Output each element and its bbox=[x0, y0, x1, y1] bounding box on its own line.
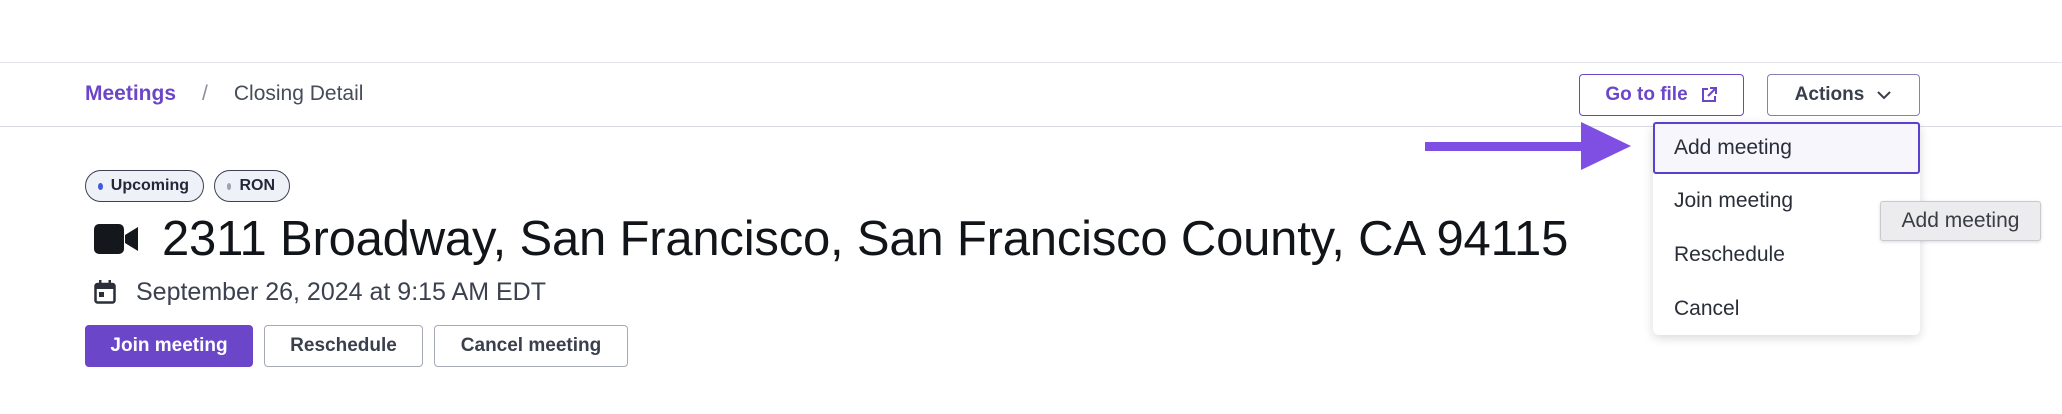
top-bar bbox=[0, 0, 2062, 63]
calendar-icon bbox=[94, 280, 116, 304]
meeting-action-buttons: Join meeting Reschedule Cancel meeting bbox=[85, 325, 628, 367]
chevron-down-icon bbox=[1877, 91, 1892, 100]
status-dot-icon bbox=[227, 182, 232, 190]
page-title: 2311 Broadway, San Francisco, San Franci… bbox=[162, 212, 1569, 266]
pointer-arrow-icon bbox=[1425, 122, 1631, 170]
badge-label: RON bbox=[239, 177, 275, 194]
reschedule-button[interactable]: Reschedule bbox=[264, 325, 423, 367]
menu-item-cancel[interactable]: Cancel bbox=[1653, 283, 1920, 335]
actions-button[interactable]: Actions bbox=[1767, 74, 1920, 116]
status-badge-ron: RON bbox=[214, 170, 290, 202]
breadcrumb-current: Closing Detail bbox=[233, 82, 364, 105]
meeting-title-row: 2311 Broadway, San Francisco, San Franci… bbox=[94, 208, 1568, 270]
join-meeting-button[interactable]: Join meeting bbox=[85, 325, 253, 367]
breadcrumb-meetings-link[interactable]: Meetings bbox=[85, 82, 176, 106]
actions-label: Actions bbox=[1794, 84, 1865, 105]
status-badge-upcoming: Upcoming bbox=[85, 170, 204, 202]
go-to-file-button[interactable]: Go to file bbox=[1579, 74, 1744, 116]
video-camera-icon bbox=[94, 224, 138, 254]
go-to-file-label: Go to file bbox=[1605, 84, 1688, 105]
page-header: Meetings / Closing Detail Go to file Act… bbox=[0, 62, 2062, 127]
cancel-meeting-button[interactable]: Cancel meeting bbox=[434, 325, 628, 367]
badge-label: Upcoming bbox=[110, 177, 189, 194]
status-badges: Upcoming RON bbox=[85, 170, 290, 202]
external-link-icon bbox=[1701, 87, 1717, 102]
menu-item-add-meeting[interactable]: Add meeting bbox=[1653, 122, 1920, 174]
meeting-datetime: September 26, 2024 at 9:15 AM EDT bbox=[136, 277, 546, 306]
meeting-date-row: September 26, 2024 at 9:15 AM EDT bbox=[94, 274, 546, 310]
breadcrumb: Meetings / Closing Detail bbox=[85, 62, 363, 126]
tooltip: Add meeting bbox=[1880, 201, 2041, 241]
status-dot-icon bbox=[98, 182, 103, 190]
breadcrumb-separator: / bbox=[202, 82, 208, 105]
